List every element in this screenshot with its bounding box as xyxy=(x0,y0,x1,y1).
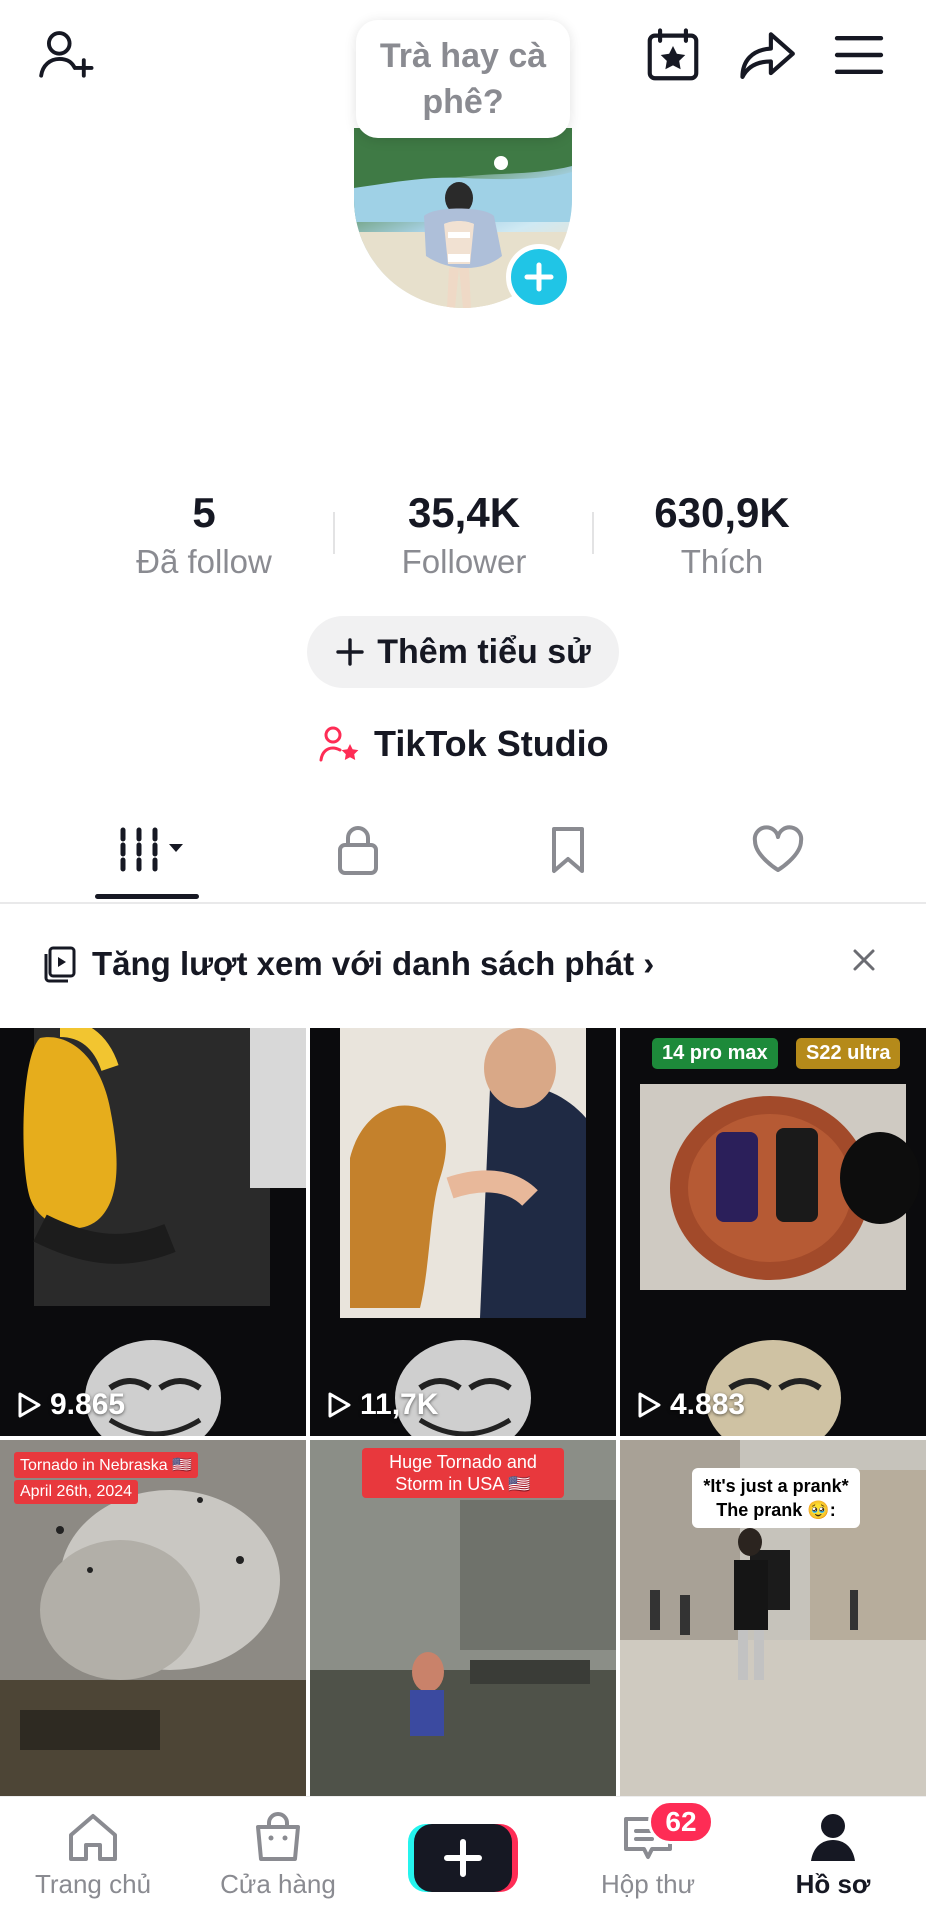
video-thumbnail[interactable]: 14 pro max S22 ultra 4.883 xyxy=(620,1028,926,1436)
video-thumbnail[interactable]: Huge Tornado and Storm in USA 🇺🇸 xyxy=(310,1440,616,1796)
active-tab-indicator xyxy=(95,894,199,899)
video-caption: Tornado in Nebraska 🇺🇸 xyxy=(14,1452,199,1478)
create-plus-icon xyxy=(408,1824,518,1892)
stat-likes[interactable]: 630,9K Thích xyxy=(612,488,832,584)
username-placeholder xyxy=(330,360,730,410)
plus-icon xyxy=(524,262,554,292)
tab-private[interactable] xyxy=(308,818,408,882)
nav-profile[interactable]: Hồ sơ xyxy=(748,1811,918,1911)
add-friend-icon[interactable] xyxy=(34,22,100,88)
stat-divider xyxy=(333,512,335,554)
shopping-bag-icon xyxy=(256,1812,300,1861)
video-thumbnail[interactable]: *It's just a prank* The prank 🥹: xyxy=(620,1440,926,1796)
nav-label: Hồ sơ xyxy=(795,1869,871,1899)
nav-label: Hộp thư xyxy=(600,1869,695,1899)
heart-icon xyxy=(752,825,804,872)
nav-shop[interactable]: Cửa hàng xyxy=(193,1811,363,1911)
home-icon xyxy=(69,1814,117,1861)
nav-label: Cửa hàng xyxy=(220,1869,336,1899)
lock-icon xyxy=(338,826,378,875)
status-bubble[interactable]: Trà hay cà phê? xyxy=(356,20,570,138)
status-bubble-text: Trà hay cà phê? xyxy=(379,37,547,121)
tiktok-studio-link[interactable]: TikTok Studio xyxy=(318,718,609,770)
content-tabs xyxy=(0,800,926,904)
menu-icon[interactable] xyxy=(826,22,892,88)
nav-home[interactable]: Trang chủ xyxy=(8,1811,178,1911)
play-icon xyxy=(328,1392,351,1418)
view-count: 11,7K xyxy=(326,1388,438,1422)
video-caption: April 26th, 2024 xyxy=(14,1480,139,1504)
view-count: 4.883 xyxy=(636,1388,745,1422)
add-bio-button[interactable]: Thêm tiểu sử xyxy=(307,616,619,688)
playlist-icon xyxy=(44,946,76,983)
play-icon xyxy=(18,1392,41,1418)
view-count-text: 11,7K xyxy=(360,1388,439,1421)
share-icon[interactable] xyxy=(734,22,800,88)
video-caption: Huge Tornado and Storm in USA 🇺🇸 xyxy=(362,1448,564,1498)
tab-videos[interactable] xyxy=(106,818,196,882)
add-avatar-button[interactable] xyxy=(506,244,572,310)
stat-label: Thích xyxy=(680,543,764,580)
video-thumbnail[interactable]: 9.865 xyxy=(0,1028,306,1436)
stat-label: Đã follow xyxy=(136,543,272,580)
studio-icon xyxy=(319,726,359,762)
bookmark-icon xyxy=(552,827,584,873)
add-bio-label: Thêm tiểu sử xyxy=(377,632,591,671)
profile-icon xyxy=(811,1814,855,1861)
create-button[interactable] xyxy=(408,1822,518,1894)
tab-liked[interactable] xyxy=(728,818,828,882)
stat-value: 5 xyxy=(192,489,216,536)
close-icon xyxy=(853,949,875,971)
playlist-banner-text: Tăng lượt xem với danh sách phát › xyxy=(92,945,655,982)
video-thumbnail[interactable]: Tornado in Nebraska 🇺🇸 April 26th, 2024 xyxy=(0,1440,306,1796)
view-count-text: 9.865 xyxy=(50,1388,126,1421)
tab-saved[interactable] xyxy=(518,818,618,882)
video-grid: 9.865 11,7K 14 pro max S22 ultra 4.883 T… xyxy=(0,1028,926,1796)
nav-label: Trang chủ xyxy=(34,1869,152,1899)
view-count-text: 4.883 xyxy=(670,1388,746,1421)
video-thumbnail-image xyxy=(640,1084,920,1436)
video-thumbnail[interactable]: 11,7K xyxy=(310,1028,616,1436)
video-thumbnail-image xyxy=(23,1028,306,1436)
stat-label: Follower xyxy=(401,543,527,580)
profile-stats: 5 Đã follow 35,4K Follower 630,9K Thích xyxy=(0,488,926,588)
stat-value: 35,4K xyxy=(407,489,521,536)
play-icon xyxy=(638,1392,661,1418)
video-caption: *It's just a prank* The prank 🥹: xyxy=(692,1468,860,1528)
view-count: 9.865 xyxy=(16,1388,125,1422)
video-caption: 14 pro max xyxy=(652,1038,778,1069)
stat-following[interactable]: 5 Đã follow xyxy=(94,488,314,584)
close-button[interactable] xyxy=(846,942,882,978)
bubble-dot xyxy=(494,156,508,170)
video-caption: S22 ultra xyxy=(796,1038,901,1069)
stat-value: 630,9K xyxy=(654,489,790,536)
video-thumbnail-image xyxy=(340,1028,586,1436)
calendar-star-icon[interactable] xyxy=(640,22,706,88)
stat-followers[interactable]: 35,4K Follower xyxy=(354,488,574,584)
inbox-badge: 62 xyxy=(648,1800,714,1844)
videos-grid-icon xyxy=(120,827,183,873)
stat-divider xyxy=(592,512,594,554)
plus-icon xyxy=(336,638,364,666)
studio-label: TikTok Studio xyxy=(374,723,609,764)
